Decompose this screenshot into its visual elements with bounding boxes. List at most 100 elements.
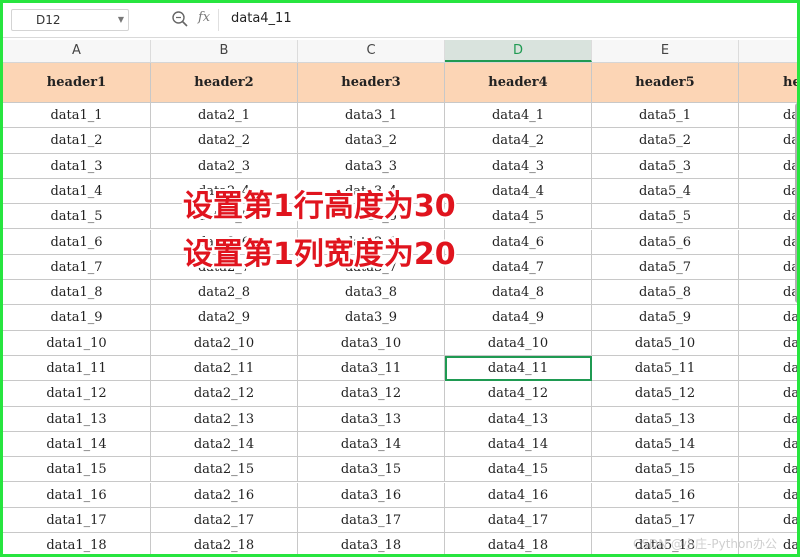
header-cell[interactable]: header3 — [298, 63, 445, 103]
table-cell[interactable]: da — [739, 128, 797, 154]
table-cell[interactable]: data4_12 — [445, 381, 592, 407]
table-cell[interactable]: data4_4 — [445, 178, 592, 205]
header-cell[interactable]: header2 — [151, 63, 298, 103]
table-cell[interactable]: data3_17 — [298, 507, 445, 534]
table-cell[interactable]: data5_5 — [592, 204, 739, 230]
table-cell[interactable]: data5_13 — [592, 406, 739, 432]
table-cell[interactable]: data2_12 — [151, 381, 298, 407]
formula-input[interactable]: data4_11 — [231, 11, 292, 26]
table-cell[interactable]: data4_3 — [445, 153, 592, 179]
table-cell[interactable]: dat — [739, 381, 797, 407]
table-cell[interactable]: data1_7 — [3, 254, 151, 281]
table-cell[interactable]: data1_2 — [3, 128, 151, 154]
table-cell[interactable]: data4_8 — [445, 280, 592, 306]
table-cell[interactable]: data5_15 — [592, 457, 739, 483]
table-cell[interactable]: data4_2 — [445, 128, 592, 154]
table-cell[interactable]: data3_15 — [298, 457, 445, 483]
header-cell[interactable]: header5 — [592, 63, 739, 103]
table-cell[interactable]: data2_2 — [151, 128, 298, 154]
table-cell[interactable]: data4_14 — [445, 431, 592, 458]
column-letter-f[interactable] — [739, 40, 797, 62]
table-cell[interactable]: data1_15 — [3, 457, 151, 483]
table-cell[interactable]: data2_1 — [151, 103, 298, 129]
table-cell[interactable]: data5_6 — [592, 229, 739, 255]
table-cell[interactable]: data3_11 — [298, 356, 445, 382]
table-cell[interactable]: dat — [739, 331, 797, 356]
table-cell[interactable]: data1_4 — [3, 178, 151, 205]
header-cell[interactable]: he — [739, 63, 797, 103]
table-cell[interactable]: da — [739, 305, 797, 331]
table-cell[interactable]: data3_14 — [298, 431, 445, 458]
table-cell[interactable]: dat — [739, 483, 797, 508]
table-cell[interactable]: data1_10 — [3, 330, 151, 356]
table-cell[interactable]: data5_14 — [592, 431, 739, 458]
table-cell[interactable]: data5_1 — [592, 103, 739, 129]
table-cell[interactable]: data5_7 — [592, 254, 739, 281]
table-cell[interactable]: data1_9 — [3, 305, 151, 331]
table-cell[interactable]: data4_1 — [445, 103, 592, 129]
table-cell[interactable]: data3_8 — [298, 280, 445, 306]
table-cell[interactable]: dat — [739, 356, 797, 382]
column-letter-c[interactable]: C — [298, 40, 445, 62]
table-cell[interactable]: data5_10 — [592, 330, 739, 356]
zoom-icon[interactable] — [171, 10, 189, 28]
column-letter-b[interactable]: B — [151, 40, 298, 62]
header-cell[interactable]: header4 — [445, 63, 592, 103]
table-cell[interactable]: data3_16 — [298, 482, 445, 508]
table-cell[interactable]: data1_11 — [3, 356, 151, 382]
table-cell[interactable]: data2_3 — [151, 153, 298, 179]
table-cell[interactable]: data3_1 — [298, 103, 445, 129]
vertical-scrollbar[interactable] — [795, 103, 797, 303]
table-cell[interactable]: data2_15 — [151, 457, 298, 483]
table-cell[interactable]: data4_10 — [445, 330, 592, 356]
table-cell[interactable]: data1_13 — [3, 406, 151, 432]
table-cell[interactable]: da — [739, 179, 797, 205]
table-cell[interactable]: data4_17 — [445, 507, 592, 534]
table-cell[interactable]: data1_18 — [3, 533, 151, 554]
table-cell[interactable]: data4_11 — [445, 356, 592, 382]
column-letter-e[interactable]: E — [592, 40, 739, 62]
table-cell[interactable]: data1_3 — [3, 153, 151, 179]
table-cell[interactable]: da — [739, 255, 797, 281]
table-cell[interactable]: da — [739, 204, 797, 230]
table-cell[interactable]: data4_9 — [445, 305, 592, 331]
table-cell[interactable]: data4_5 — [445, 204, 592, 230]
table-cell[interactable]: data3_3 — [298, 153, 445, 179]
table-cell[interactable]: da — [739, 280, 797, 306]
table-cell[interactable]: data1_14 — [3, 431, 151, 458]
table-cell[interactable]: da — [739, 103, 797, 129]
fx-icon[interactable]: fx — [198, 10, 210, 25]
name-box[interactable]: D12 ▼ — [11, 9, 129, 31]
table-cell[interactable]: dat — [739, 407, 797, 432]
table-cell[interactable]: data2_16 — [151, 482, 298, 508]
dropdown-caret-icon[interactable]: ▼ — [118, 10, 124, 30]
table-cell[interactable]: data2_11 — [151, 356, 298, 382]
table-cell[interactable]: data1_8 — [3, 280, 151, 306]
table-cell[interactable]: data5_12 — [592, 381, 739, 407]
table-cell[interactable]: data5_9 — [592, 305, 739, 331]
table-cell[interactable]: data5_17 — [592, 507, 739, 534]
table-cell[interactable]: data4_18 — [445, 533, 592, 554]
table-cell[interactable]: data2_17 — [151, 507, 298, 534]
table-cell[interactable]: data5_11 — [592, 356, 739, 382]
table-cell[interactable]: data2_14 — [151, 431, 298, 458]
table-cell[interactable]: dat — [739, 457, 797, 483]
table-cell[interactable]: data3_2 — [298, 128, 445, 154]
table-cell[interactable]: data1_12 — [3, 381, 151, 407]
table-cell[interactable]: data1_1 — [3, 103, 151, 129]
header-cell[interactable]: header1 — [3, 63, 151, 103]
table-cell[interactable]: da — [739, 230, 797, 255]
table-cell[interactable]: data2_13 — [151, 406, 298, 432]
table-cell[interactable]: da — [739, 154, 797, 179]
table-cell[interactable]: data4_15 — [445, 457, 592, 483]
table-cell[interactable]: data5_16 — [592, 482, 739, 508]
table-cell[interactable]: data3_10 — [298, 330, 445, 356]
table-cell[interactable]: data5_2 — [592, 128, 739, 154]
table-cell[interactable]: data4_16 — [445, 482, 592, 508]
table-cell[interactable]: data1_6 — [3, 229, 151, 255]
table-cell[interactable]: data5_3 — [592, 153, 739, 179]
table-cell[interactable]: data5_8 — [592, 280, 739, 306]
table-cell[interactable]: data1_5 — [3, 204, 151, 230]
table-cell[interactable]: data2_9 — [151, 305, 298, 331]
column-letter-a[interactable]: A — [3, 40, 151, 62]
